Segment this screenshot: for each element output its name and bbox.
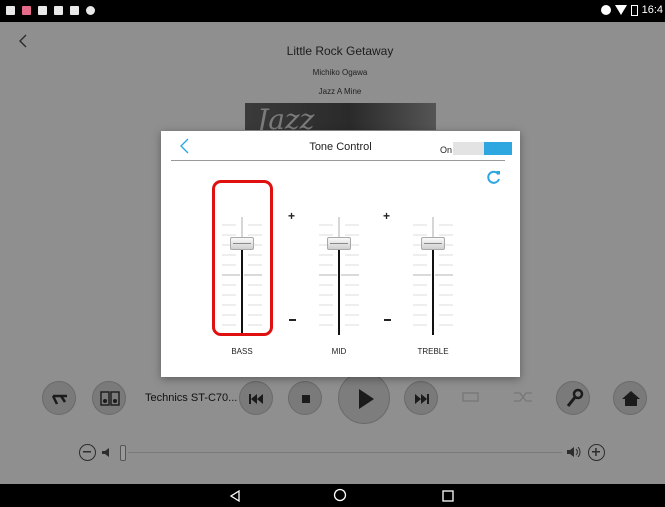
battery-icon	[630, 4, 638, 16]
notification-icon	[70, 6, 79, 15]
skip-next-icon	[415, 394, 429, 404]
settings-button[interactable]	[556, 381, 590, 415]
volume-plus-icon	[592, 448, 600, 456]
volume-up-button[interactable]	[588, 444, 605, 461]
volume-down-button[interactable]	[79, 444, 96, 461]
equalizer-button[interactable]	[42, 381, 76, 415]
slider-rail	[432, 250, 434, 335]
nav-home-icon[interactable]	[333, 488, 347, 502]
plus-label: +	[288, 209, 296, 223]
wrench-icon	[566, 388, 584, 407]
speaker-low-icon	[102, 448, 109, 457]
volume-thumb[interactable]	[120, 445, 126, 461]
home-button[interactable]	[613, 381, 647, 415]
treble-slider[interactable]	[403, 217, 463, 335]
shuffle-icon[interactable]	[512, 390, 534, 404]
treble-label: TREBLE	[417, 347, 449, 356]
home-icon	[622, 391, 640, 406]
notification-icon	[54, 6, 63, 15]
notification-icon	[38, 6, 47, 15]
speakers-icon	[100, 391, 120, 406]
wifi-icon	[614, 5, 627, 15]
skip-previous-icon	[249, 394, 263, 404]
speaker-high-icon	[567, 447, 581, 457]
minus-label	[384, 319, 391, 321]
status-right: 16:4	[600, 4, 663, 16]
notification-icon	[6, 6, 15, 15]
minus-circle-icon	[600, 5, 611, 15]
bass-label: BASS	[231, 347, 253, 356]
bass-highlight	[212, 180, 273, 336]
nav-back-icon[interactable]	[228, 489, 242, 503]
mid-thumb[interactable]	[327, 237, 351, 250]
equalizer-icon	[51, 394, 67, 405]
slider-rail-upper	[338, 217, 340, 237]
repeat-icon[interactable]	[460, 390, 482, 404]
reset-icon[interactable]	[486, 169, 502, 185]
navigation-bar	[0, 484, 665, 507]
notification-icon	[22, 6, 31, 15]
treble-thumb[interactable]	[421, 237, 445, 250]
plus-label: +	[383, 209, 391, 223]
album-art: Jazz	[245, 103, 436, 130]
divider	[171, 160, 505, 161]
clock: 16:4	[641, 4, 663, 16]
nav-recents-icon[interactable]	[441, 489, 455, 503]
album-art-word: Jazz	[257, 103, 315, 130]
track-artist: Michiko Ogawa	[312, 68, 368, 77]
mid-label: MID	[331, 347, 347, 356]
next-button[interactable]	[404, 381, 438, 415]
track-album: Jazz A Mine	[318, 87, 362, 96]
power-toggle[interactable]	[453, 142, 512, 155]
play-button[interactable]	[338, 372, 390, 424]
previous-button[interactable]	[239, 381, 273, 415]
stop-button[interactable]	[288, 381, 322, 415]
mid-slider[interactable]	[309, 217, 369, 335]
play-icon	[359, 389, 374, 409]
screen: 16:4 Little Rock Getaway Michiko Ogawa J…	[0, 0, 665, 507]
speakers-button[interactable]	[92, 381, 126, 415]
power-label: On	[440, 145, 453, 155]
track-title: Little Rock Getaway	[286, 44, 394, 58]
volume-slider[interactable]	[128, 452, 562, 453]
notification-icon	[86, 6, 95, 15]
device-label[interactable]: Technics ST-C70...	[145, 392, 237, 404]
toggle-knob[interactable]	[484, 142, 512, 155]
slider-rail	[338, 250, 340, 335]
minus-label	[289, 319, 296, 321]
volume-minus-icon	[83, 451, 91, 453]
stop-icon	[302, 395, 310, 403]
slider-rail-upper	[432, 217, 434, 237]
status-bar: 16:4	[0, 0, 665, 22]
